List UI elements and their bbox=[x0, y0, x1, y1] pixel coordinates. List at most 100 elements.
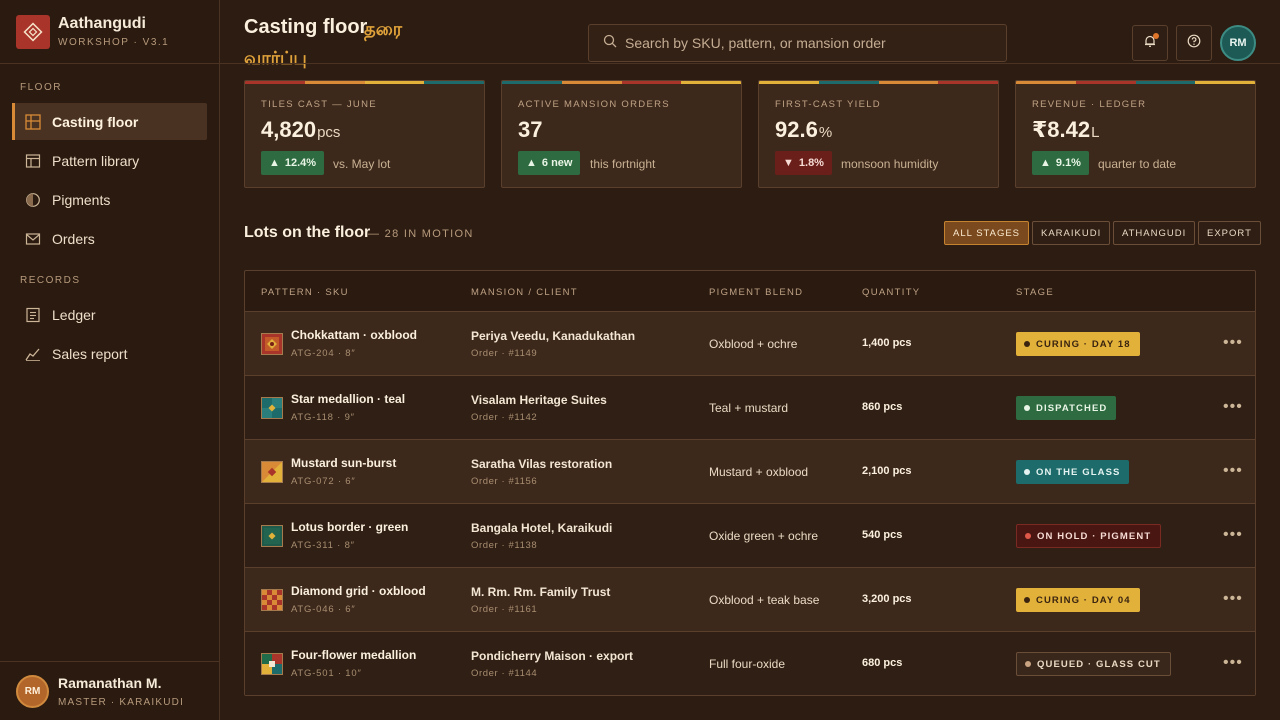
kpi-label: TILES CAST — JUNE bbox=[261, 99, 377, 110]
document-icon bbox=[25, 307, 41, 323]
pattern-name: Diamond grid · oxblood bbox=[291, 584, 426, 598]
search-input[interactable] bbox=[625, 35, 985, 51]
nav-section-floor: FLOOR bbox=[20, 82, 62, 93]
quantity: 2,100 pcs bbox=[862, 465, 912, 477]
filter-export[interactable]: EXPORT bbox=[1198, 221, 1261, 245]
notification-dot bbox=[1153, 33, 1159, 39]
pigment-icon bbox=[25, 192, 41, 208]
kpi-card-yield: FIRST-CAST YIELD 92.6% ▼ 1.8% monsoon hum… bbox=[758, 80, 999, 188]
kpi-delta: ▼ 1.8% bbox=[775, 151, 832, 175]
order-number: Order · #1156 bbox=[471, 476, 538, 487]
filter-all-stages[interactable]: ALL STAGES bbox=[944, 221, 1030, 245]
sidebar-item-orders[interactable]: Orders bbox=[12, 220, 207, 257]
table-row[interactable]: Chokkattam · oxblood ATG-204 · 8″ Periya… bbox=[245, 312, 1255, 376]
pattern-name: Mustard sun-burst bbox=[291, 456, 397, 470]
sidebar-item-ledger[interactable]: Ledger bbox=[12, 296, 207, 333]
lots-table: PATTERN · SKU MANSION / CLIENT PIGMENT B… bbox=[244, 270, 1256, 696]
column-header[interactable]: PATTERN · SKU bbox=[261, 287, 349, 298]
table-header: PATTERN · SKU MANSION / CLIENT PIGMENT B… bbox=[245, 271, 1255, 312]
column-header[interactable]: PIGMENT BLEND bbox=[709, 287, 803, 298]
column-header[interactable]: QUANTITY bbox=[862, 287, 920, 298]
kpi-label: REVENUE · LEDGER bbox=[1032, 99, 1147, 110]
tile-swatch-icon bbox=[261, 589, 283, 611]
pigment-blend: Oxide green + ochre bbox=[709, 529, 819, 543]
client-name: Periya Veedu, Kanadukathan bbox=[471, 329, 636, 343]
tile-swatch-icon bbox=[261, 525, 283, 547]
user-avatar[interactable]: RM bbox=[1220, 25, 1256, 61]
tile-swatch-icon bbox=[261, 397, 283, 419]
table-row[interactable]: Lotus border · green ATG-311 · 8″ Bangal… bbox=[245, 504, 1255, 568]
user-name: Ramanathan M. bbox=[58, 674, 162, 691]
order-number: Order · #1149 bbox=[471, 348, 538, 359]
sidebar-item-casting-floor[interactable]: Casting floor bbox=[12, 103, 207, 140]
brand: Aathangudi WORKSHOP · V3.1 bbox=[0, 0, 219, 64]
client-name: M. Rm. Rm. Family Trust bbox=[471, 585, 611, 599]
user-profile[interactable]: RM Ramanathan M. MASTER · KARAIKUDI bbox=[0, 661, 219, 720]
pattern-sku: ATG-118 · 9″ bbox=[291, 412, 355, 423]
kpi-delta: ▲ 9.1% bbox=[1032, 151, 1089, 175]
table-row[interactable]: Mustard sun-burst ATG-072 · 6″ Saratha V… bbox=[245, 440, 1255, 504]
table-row[interactable]: Star medallion · teal ATG-118 · 9″ Visal… bbox=[245, 376, 1255, 440]
status-badge: DISPATCHED bbox=[1016, 396, 1117, 420]
order-number: Order · #1138 bbox=[471, 540, 538, 551]
brand-name: Aathangudi bbox=[58, 15, 146, 32]
search-bar[interactable] bbox=[588, 24, 1007, 62]
pattern-name: Chokkattam · oxblood bbox=[291, 328, 418, 342]
more-options-icon[interactable]: ••• bbox=[1223, 526, 1243, 544]
avatar: RM bbox=[16, 674, 49, 708]
quantity: 680 pcs bbox=[862, 657, 903, 669]
sidebar: Aathangudi WORKSHOP · V3.1 FLOOR Casting… bbox=[0, 0, 220, 720]
kpi-note: quarter to date bbox=[1098, 157, 1177, 171]
filter-karaikudi[interactable]: KARAIKUDI bbox=[1032, 221, 1111, 245]
pigment-blend: Teal + mustard bbox=[709, 401, 789, 415]
arrow-down-icon: ▼ bbox=[783, 157, 794, 169]
more-options-icon[interactable]: ••• bbox=[1223, 462, 1243, 480]
order-number: Order · #1144 bbox=[471, 668, 538, 679]
column-header[interactable]: STAGE bbox=[1016, 287, 1054, 298]
pigment-blend: Mustard + oxblood bbox=[709, 465, 809, 479]
kpi-card-mansion-orders: ACTIVE MANSION ORDERS 37 ▲ 6 new this for… bbox=[501, 80, 742, 188]
kpi-value: 37 bbox=[518, 117, 543, 142]
grid-icon bbox=[25, 113, 41, 130]
status-badge: CURING · DAY 18 bbox=[1016, 332, 1140, 356]
sidebar-item-pigments[interactable]: Pigments bbox=[12, 181, 207, 218]
sidebar-item-label: Pigments bbox=[52, 191, 111, 208]
pattern-name: Lotus border · green bbox=[291, 520, 409, 534]
brand-logo-icon bbox=[16, 14, 50, 49]
more-options-icon[interactable]: ••• bbox=[1223, 654, 1243, 672]
kpi-value: 4,820pcs bbox=[261, 117, 341, 142]
pattern-sku: ATG-311 · 8″ bbox=[291, 540, 355, 551]
lots-count: — 28 IN MOTION bbox=[368, 228, 474, 240]
pattern-name: Four-flower medallion bbox=[291, 648, 417, 662]
tile-swatch-icon bbox=[261, 333, 283, 355]
arrow-up-icon: ▲ bbox=[269, 157, 280, 169]
kpi-label: FIRST-CAST YIELD bbox=[775, 99, 881, 110]
sidebar-item-sales-report[interactable]: Sales report bbox=[12, 335, 207, 372]
sidebar-item-pattern-library[interactable]: Pattern library bbox=[12, 142, 207, 179]
kpi-note: monsoon humidity bbox=[841, 157, 939, 171]
filter-athangudi[interactable]: ATHANGUDI bbox=[1113, 221, 1196, 245]
column-header[interactable]: MANSION / CLIENT bbox=[471, 287, 578, 298]
pattern-sku: ATG-046 · 6″ bbox=[291, 604, 356, 615]
arrow-up-icon: ▲ bbox=[1040, 157, 1051, 169]
more-options-icon[interactable]: ••• bbox=[1223, 334, 1243, 352]
table-row[interactable]: Four-flower medallion ATG-501 · 10″ Pond… bbox=[245, 632, 1255, 695]
kpi-stripe bbox=[759, 81, 998, 84]
status-badge: QUEUED · GLASS CUT bbox=[1016, 652, 1171, 676]
pigment-blend: Oxblood + ochre bbox=[709, 337, 798, 351]
quantity: 3,200 pcs bbox=[862, 593, 912, 605]
status-badge: CURING · DAY 04 bbox=[1016, 588, 1140, 612]
help-button[interactable] bbox=[1176, 25, 1212, 61]
more-options-icon[interactable]: ••• bbox=[1223, 590, 1243, 608]
section-title: Lots on the floor bbox=[244, 224, 371, 241]
mail-icon bbox=[25, 231, 41, 247]
tile-swatch-icon bbox=[261, 653, 283, 675]
kpi-note: vs. May lot bbox=[333, 157, 391, 171]
header-divider bbox=[220, 63, 1280, 64]
table-row[interactable]: Diamond grid · oxblood ATG-046 · 6″ M. R… bbox=[245, 568, 1255, 632]
notifications-button[interactable] bbox=[1132, 25, 1168, 61]
nav-section-records: RECORDS bbox=[20, 275, 81, 286]
more-options-icon[interactable]: ••• bbox=[1223, 398, 1243, 416]
tile-swatch-icon bbox=[261, 461, 283, 483]
page-title: Casting floor bbox=[244, 16, 368, 38]
